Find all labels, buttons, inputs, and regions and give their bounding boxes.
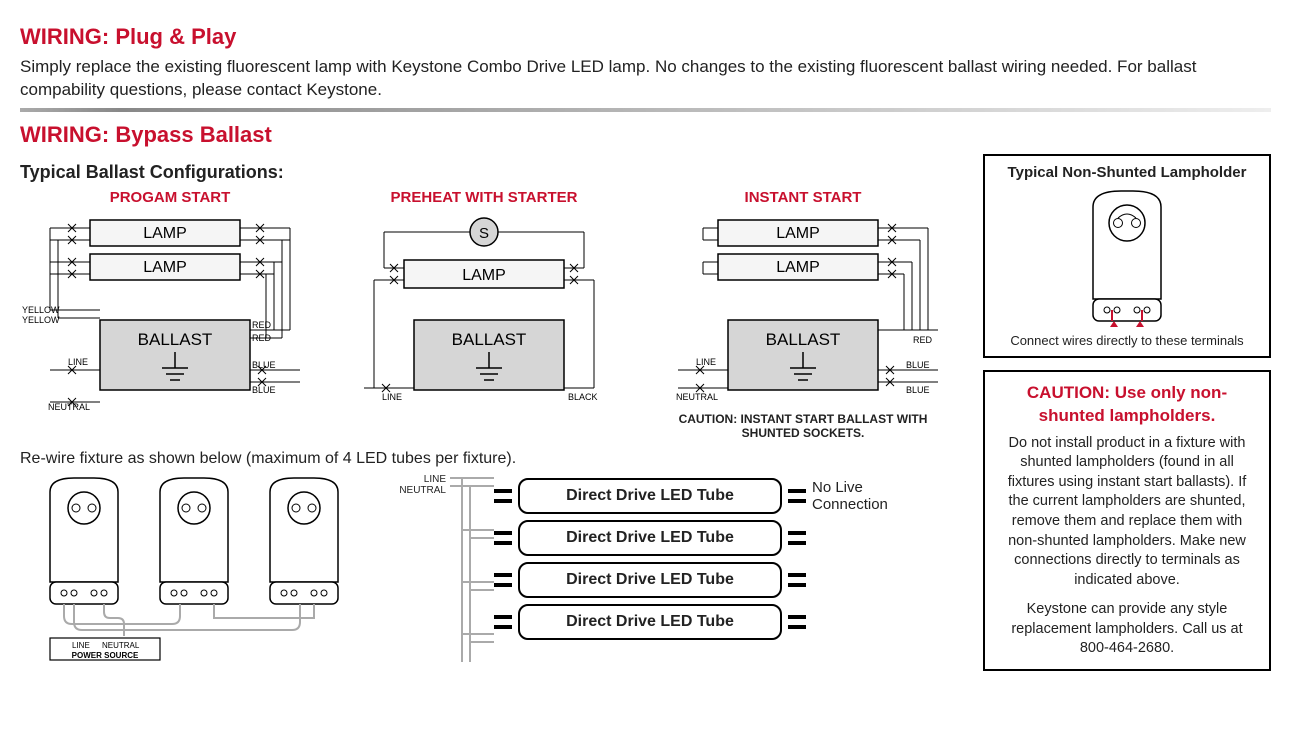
tube-wiring-icon <box>450 472 494 672</box>
lamp-label: LAMP <box>776 225 820 242</box>
wire-blue: BLUE <box>252 385 276 395</box>
lampholder-icon <box>1077 187 1177 327</box>
wire-red: RED <box>252 333 272 343</box>
wire-yellow: YELLOW <box>22 315 60 325</box>
led-tube: Direct Drive LED Tube <box>518 478 782 514</box>
wire-blue: BLUE <box>906 385 930 395</box>
diagram-program-start: LAMP LAMP BALLAST <box>20 210 320 410</box>
tube-stack: LINE NEUTRAL <box>390 472 902 672</box>
section1-title: WIRING: Plug & Play <box>20 24 1271 50</box>
led-tube: Direct Drive LED Tube <box>518 562 782 598</box>
ps-line: LINE <box>72 641 90 650</box>
wire-line: LINE <box>382 392 402 402</box>
config-instant: INSTANT START LAMP LAMP BALLAST <box>648 189 958 440</box>
caution-body: Do not install product in a fixture with… <box>997 434 1257 591</box>
config-instant-title: INSTANT START <box>648 189 958 206</box>
no-live-label: No Live Connection <box>812 479 902 513</box>
starter-label: S <box>479 225 489 242</box>
subtitle-configs: Typical Ballast Configurations: <box>20 162 965 183</box>
ballast-label: BALLAST <box>138 330 213 349</box>
lamp-label: LAMP <box>462 267 506 284</box>
wire-black: BLACK <box>568 392 598 402</box>
caution-head: CAUTION: Use only non-shunted lampholder… <box>997 382 1257 428</box>
lampholder-icon <box>50 478 338 604</box>
config-program-title: PROGAM START <box>20 189 320 206</box>
wire-red: RED <box>252 320 272 330</box>
ps-label: POWER SOURCE <box>72 651 139 660</box>
lampholder-box-title: Typical Non-Shunted Lampholder <box>995 164 1259 181</box>
led-tube: Direct Drive LED Tube <box>518 520 782 556</box>
wire-line: LINE <box>68 357 88 367</box>
wire-blue: BLUE <box>252 360 276 370</box>
wire-red: RED <box>913 335 933 345</box>
wire-neutral: NEUTRAL <box>676 392 718 402</box>
divider <box>20 108 1271 112</box>
tube-line-label: LINE <box>390 474 446 485</box>
section2-title: WIRING: Bypass Ballast <box>20 122 1271 148</box>
ballast-label: BALLAST <box>452 330 527 349</box>
lamp-label: LAMP <box>776 259 820 276</box>
rewire-text: Re-wire fixture as shown below (maximum … <box>20 450 965 468</box>
wire-neutral: NEUTRAL <box>48 402 90 410</box>
section1-body: Simply replace the existing fluorescent … <box>20 56 1271 102</box>
wire-line: LINE <box>696 357 716 367</box>
ps-neutral: NEUTRAL <box>102 641 140 650</box>
caution-box: CAUTION: Use only non-shunted lampholder… <box>983 370 1271 671</box>
wire-yellow: YELLOW <box>22 305 60 315</box>
lampholder-box: Typical Non-Shunted Lampholder Connect w… <box>983 154 1271 358</box>
lampholder-row-diagram: LINE NEUTRAL POWER SOURCE <box>20 472 370 665</box>
ballast-label: BALLAST <box>766 330 841 349</box>
led-tube: Direct Drive LED Tube <box>518 604 782 640</box>
wire-blue: BLUE <box>906 360 930 370</box>
lamp-label: LAMP <box>143 225 187 242</box>
instant-caution: CAUTION: INSTANT START BALLAST WITH SHUN… <box>648 412 958 440</box>
lamp-label: LAMP <box>143 259 187 276</box>
tube-neutral-label: NEUTRAL <box>390 485 446 496</box>
diagram-instant: LAMP LAMP BALLAST <box>648 210 958 410</box>
config-preheat: PREHEAT WITH STARTER S LAMP BALLAST <box>334 189 634 410</box>
config-program-start: PROGAM START LAMP LAMP BALLAST <box>20 189 320 410</box>
lampholder-box-foot: Connect wires directly to these terminal… <box>995 333 1259 348</box>
config-preheat-title: PREHEAT WITH STARTER <box>334 189 634 206</box>
diagram-preheat: S LAMP BALLAST <box>334 210 634 410</box>
ballast-configs: PROGAM START LAMP LAMP BALLAST <box>20 189 965 440</box>
caution-foot: Keystone can provide any style replaceme… <box>997 600 1257 659</box>
